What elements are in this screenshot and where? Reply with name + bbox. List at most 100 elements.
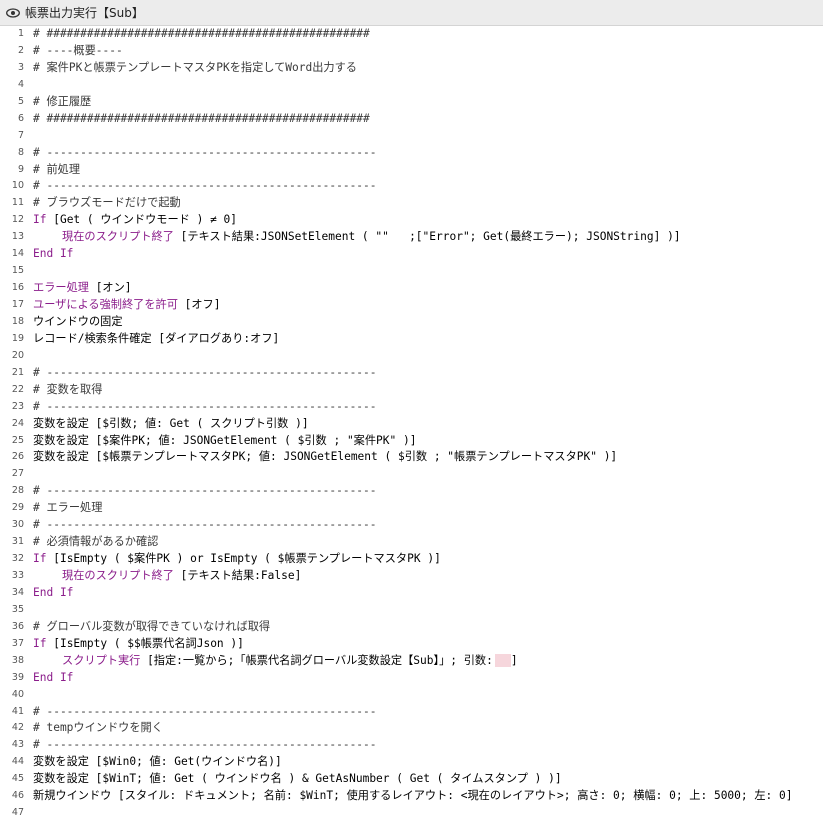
line-number: 20	[11, 349, 24, 361]
eye-icon[interactable]	[6, 6, 20, 20]
script-step: 現在のスクリプト終了 [テキスト結果:JSONSetElement ( "" ;…	[33, 229, 681, 246]
line-number: 24	[11, 417, 24, 429]
script-step: # ######################################…	[33, 111, 370, 128]
script-line[interactable]: 35	[0, 602, 823, 619]
script-step: # エラー処理	[33, 500, 102, 517]
script-line[interactable]: 11 # ブラウズモードだけで起動	[0, 195, 823, 212]
script-line[interactable]: 14 End If	[0, 246, 823, 263]
script-step: If [IsEmpty ( $案件PK ) or IsEmpty ( $帳票テン…	[33, 551, 441, 568]
script-line[interactable]: 5 # 修正履歴	[0, 94, 823, 111]
script-line[interactable]: 31 # 必須情報があるか確認	[0, 534, 823, 551]
script-line[interactable]: 17 ユーザによる強制終了を許可 [オフ]	[0, 297, 823, 314]
script-line[interactable]: 12 If [Get ( ウインドウモード ) ≠ 0]	[0, 212, 823, 229]
script-step: 新規ウインドウ [スタイル: ドキュメント; 名前: $WinT; 使用するレイ…	[33, 788, 793, 805]
script-line[interactable]: 26 変数を設定 [$帳票テンプレートマスタPK; 値: JSONGetEleme…	[0, 449, 823, 466]
script-editor[interactable]: 1 # #####################################…	[0, 26, 823, 822]
script-step: エラー処理 [オン]	[33, 280, 132, 297]
comment-text: # 変数を取得	[33, 382, 103, 396]
line-number: 35	[11, 603, 24, 615]
script-line[interactable]: 46 新規ウインドウ [スタイル: ドキュメント; 名前: $WinT; 使用する…	[0, 788, 823, 805]
script-line[interactable]: 41 # ------------------------------------…	[0, 704, 823, 721]
script-step: 変数を設定 [$WinT; 値: Get ( ウインドウ名 ) & GetAsN…	[33, 771, 562, 788]
script-line[interactable]: 40	[0, 687, 823, 704]
script-step: # --------------------------------------…	[33, 737, 377, 754]
script-step: # ######################################…	[33, 26, 370, 43]
line-number: 44	[11, 756, 24, 768]
step-params: [IsEmpty ( $$帳票代名詞Json )]	[46, 636, 244, 650]
line-number: 41	[11, 705, 24, 717]
script-step: # tempウインドウを開く	[33, 720, 163, 737]
comment-text: # エラー処理	[33, 501, 103, 515]
line-number: 37	[11, 637, 24, 649]
line-number: 8	[17, 146, 24, 158]
script-line[interactable]: 42 # tempウインドウを開く	[0, 720, 823, 737]
script-step: If [IsEmpty ( $$帳票代名詞Json )]	[33, 636, 244, 653]
line-number: 18	[11, 315, 24, 327]
script-line[interactable]: 47	[0, 805, 823, 822]
empty-parameter[interactable]	[494, 654, 511, 668]
script-line[interactable]: 8 # -------------------------------------…	[0, 145, 823, 162]
script-line[interactable]: 3 # 案件PKと帳票テンプレートマスタPKを指定してWord出力する	[0, 60, 823, 77]
script-line[interactable]: 1 # #####################################…	[0, 26, 823, 43]
script-line[interactable]: 22 # 変数を取得	[0, 382, 823, 399]
script-line[interactable]: 43 # ------------------------------------…	[0, 737, 823, 754]
script-line[interactable]: 32 If [IsEmpty ( $案件PK ) or IsEmpty ( $帳票…	[0, 551, 823, 568]
window-title: 帳票出力実行【Sub】	[25, 6, 144, 20]
script-line[interactable]: 7	[0, 128, 823, 145]
line-number: 45	[11, 773, 24, 785]
step-keyword: If	[33, 636, 47, 650]
script-line[interactable]: 24 変数を設定 [$引数; 値: Get ( スクリプト引数 )]	[0, 416, 823, 433]
step-keyword: ユーザによる強制終了を許可	[33, 298, 178, 311]
script-line[interactable]: 37 If [IsEmpty ( $$帳票代名詞Json )]	[0, 636, 823, 653]
script-line[interactable]: 25 変数を設定 [$案件PK; 値: JSONGetElement ( $引数 …	[0, 433, 823, 450]
script-line[interactable]: 15	[0, 263, 823, 280]
script-step: # 修正履歴	[33, 94, 91, 111]
script-line[interactable]: 27	[0, 466, 823, 483]
line-number: 16	[11, 282, 24, 294]
script-step: スクリプト実行 [指定:一覧から;「帳票代名詞グローバル変数設定【Sub】」; …	[33, 653, 518, 670]
script-line[interactable]: 34 End If	[0, 585, 823, 602]
script-line[interactable]: 20	[0, 348, 823, 365]
script-line[interactable]: 38 スクリプト実行 [指定:一覧から;「帳票代名詞グローバル変数設定【Sub】」…	[0, 653, 823, 670]
script-line[interactable]: 2 # ----概要----	[0, 43, 823, 60]
script-line[interactable]: 4	[0, 77, 823, 94]
script-line[interactable]: 6 # #####################################…	[0, 111, 823, 128]
script-line[interactable]: 10 # ------------------------------------…	[0, 178, 823, 195]
script-line[interactable]: 33 現在のスクリプト終了 [テキスト結果:False]	[0, 568, 823, 585]
comment-text: # --------------------------------------…	[33, 399, 377, 413]
comment-text: # ----概要----	[33, 43, 123, 57]
step-params: 変数を設定 [$引数; 値: Get ( スクリプト引数 )]	[33, 416, 309, 430]
comment-text: # ######################################…	[33, 27, 370, 40]
script-line[interactable]: 13 現在のスクリプト終了 [テキスト結果:JSONSetElement ( ""…	[0, 229, 823, 246]
script-line[interactable]: 28 # ------------------------------------…	[0, 483, 823, 500]
script-line[interactable]: 19 レコード/検索条件確定 [ダイアログあり:オフ]	[0, 331, 823, 348]
script-step: レコード/検索条件確定 [ダイアログあり:オフ]	[33, 331, 279, 348]
comment-text: # --------------------------------------…	[33, 518, 377, 532]
script-step: End If	[33, 246, 73, 263]
script-line[interactable]: 9 # 前処理	[0, 162, 823, 179]
script-line[interactable]: 16 エラー処理 [オン]	[0, 280, 823, 297]
step-params: [IsEmpty ( $案件PK ) or IsEmpty ( $帳票テンプレー…	[46, 552, 441, 566]
line-number: 7	[17, 129, 24, 141]
script-line[interactable]: 30 # ------------------------------------…	[0, 517, 823, 534]
script-step: End If	[33, 670, 73, 687]
script-line[interactable]: 29 # エラー処理	[0, 500, 823, 517]
script-line[interactable]: 44 変数を設定 [$Win0; 値: Get(ウインドウ名)]	[0, 754, 823, 771]
script-line[interactable]: 23 # ------------------------------------…	[0, 399, 823, 416]
script-line[interactable]: 45 変数を設定 [$WinT; 値: Get ( ウインドウ名 ) & GetA…	[0, 771, 823, 788]
step-keyword: 現在のスクリプト終了	[62, 569, 174, 582]
script-line[interactable]: 21 # ------------------------------------…	[0, 365, 823, 382]
line-number: 15	[11, 265, 24, 277]
script-line[interactable]: 18 ウインドウの固定	[0, 314, 823, 331]
line-number: 34	[11, 586, 24, 598]
comment-text: # --------------------------------------…	[33, 704, 377, 718]
comment-text: # ブラウズモードだけで起動	[33, 196, 181, 210]
line-number: 36	[11, 620, 24, 632]
line-number: 9	[17, 163, 24, 175]
script-step: # --------------------------------------…	[33, 399, 377, 416]
line-number: 10	[11, 180, 24, 192]
script-line[interactable]: 36 # グローバル変数が取得できていなければ取得	[0, 619, 823, 636]
script-line[interactable]: 39 End If	[0, 670, 823, 687]
step-params: 変数を設定 [$WinT; 値: Get ( ウインドウ名 ) & GetAsN…	[33, 772, 562, 786]
line-number: 26	[11, 451, 24, 463]
